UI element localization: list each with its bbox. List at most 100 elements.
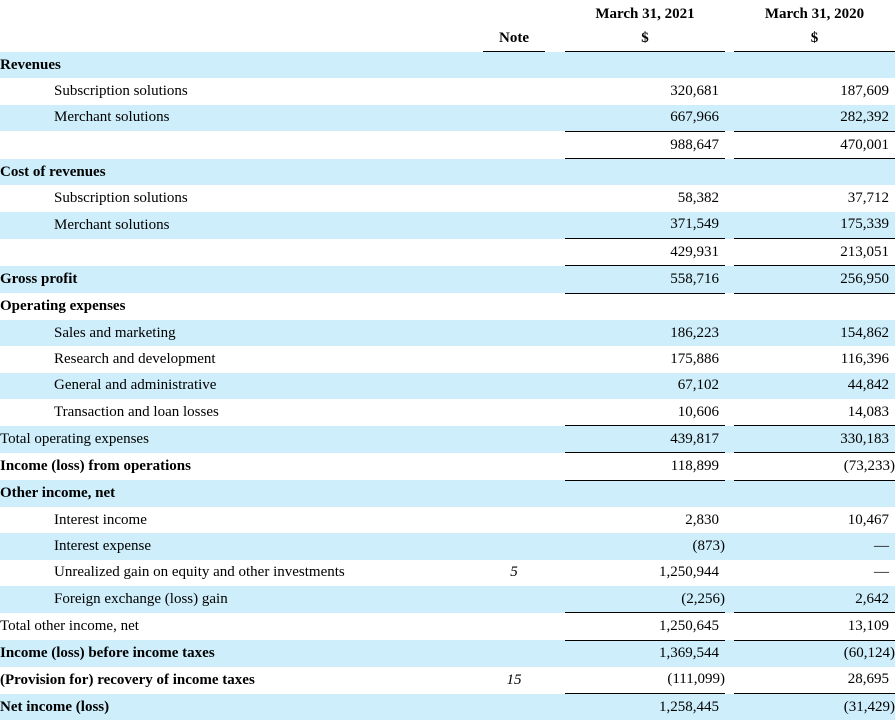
column-gap xyxy=(725,480,734,508)
value-2021: 58,382 xyxy=(565,185,725,211)
table-row: Income (loss) from operations 118,899 (73,… xyxy=(0,452,895,481)
table-row: Transaction and loan losses 10,606 14,083 xyxy=(0,398,895,427)
value-2020: 213,051 xyxy=(734,238,895,267)
value-2021: 175,886 xyxy=(565,346,725,372)
column-gap xyxy=(725,78,734,104)
column-gap xyxy=(545,560,565,586)
column-gap xyxy=(545,425,565,453)
table-row: Merchant solutions 371,549 175,339 xyxy=(0,211,895,240)
value-2021-value: 429,931 xyxy=(670,243,719,260)
value-2021 xyxy=(565,52,725,79)
line-item-label: Sales and marketing xyxy=(0,319,483,347)
currency-header-2021: $ xyxy=(641,30,649,46)
value-2020-value: 175,339 xyxy=(840,216,889,233)
note-reference: 15 xyxy=(506,671,522,688)
table-row: Gross profit 558,716 256,950 xyxy=(0,265,895,294)
value-2020-value: 213,051 xyxy=(840,243,889,260)
value-2021 xyxy=(565,158,725,186)
value-2021: 67,102 xyxy=(565,372,725,399)
value-2021 xyxy=(565,293,725,320)
value-2020 xyxy=(734,293,895,320)
line-item-label: Income (loss) from operations xyxy=(0,458,191,475)
value-2020-value: 154,862 xyxy=(840,324,889,341)
table-row: Revenues xyxy=(0,52,895,79)
value-2021-value: (873) xyxy=(692,537,726,554)
table-row: Unrealized gain on equity and other inve… xyxy=(0,560,895,586)
column-gap xyxy=(725,131,734,158)
note-reference xyxy=(483,693,545,720)
note-reference xyxy=(483,585,545,613)
line-item-label: Transaction and loan losses xyxy=(54,403,219,420)
value-2020-value: 470,001 xyxy=(840,136,889,153)
value-2021-value: 175,886 xyxy=(670,350,719,367)
note-reference xyxy=(483,293,545,320)
value-2020: 14,083 xyxy=(734,398,895,427)
column-gap xyxy=(545,480,565,508)
statement-table: Revenues Subscription solutions 320,681 187… xyxy=(0,52,895,720)
value-2021: 1,369,544 xyxy=(565,640,725,667)
value-2021: 429,931 xyxy=(565,238,725,267)
value-2021: 667,966 xyxy=(565,104,725,132)
value-2021: 2,830 xyxy=(565,507,725,533)
value-2021: 10,606 xyxy=(565,398,725,427)
column-gap xyxy=(545,585,565,613)
column-gap xyxy=(725,104,734,132)
column-gap xyxy=(545,346,565,372)
value-2021-value: (111,099) xyxy=(667,671,725,688)
column-gap xyxy=(725,319,734,347)
table-row: Interest expense (873) — xyxy=(0,533,895,560)
value-2021: 1,258,445 xyxy=(565,693,725,720)
value-2021-value: 118,899 xyxy=(670,458,719,475)
value-2020-value: — xyxy=(874,537,889,554)
table-row: Cost of revenues xyxy=(0,158,895,186)
line-item-label: Other income, net xyxy=(0,480,483,508)
column-gap xyxy=(545,667,565,694)
column-gap xyxy=(545,372,565,399)
value-2020-value: 10,467 xyxy=(847,511,889,528)
column-gap xyxy=(725,185,734,211)
value-2020-value: 37,712 xyxy=(847,190,889,207)
table-row: Interest income 2,830 10,467 xyxy=(0,507,895,533)
column-gap xyxy=(545,211,565,239)
value-2020: 28,695 xyxy=(734,666,895,695)
line-item-label: Subscription solutions xyxy=(54,82,188,99)
value-2020-value: 282,392 xyxy=(840,109,889,126)
value-2020: 175,339 xyxy=(734,211,895,240)
table-row: Research and development 175,886 116,396 xyxy=(0,346,895,372)
table-row: General and administrative 67,102 44,842 xyxy=(0,372,895,399)
table-row: Subscription solutions 320,681 187,609 xyxy=(0,78,895,104)
column-gap xyxy=(545,693,565,720)
value-2021-value: 320,681 xyxy=(670,82,719,99)
note-reference xyxy=(483,640,545,667)
column-gap xyxy=(545,453,565,480)
table-row: Income (loss) before income taxes 1,369,5… xyxy=(0,640,895,667)
column-gap xyxy=(545,78,565,104)
table-row: Operating expenses xyxy=(0,293,895,320)
value-2020-value: (73,233) xyxy=(843,458,895,475)
line-item-label: General and administrative xyxy=(0,372,483,399)
value-2020: 256,950 xyxy=(734,265,895,294)
column-gap xyxy=(725,585,734,613)
line-item-label: Cost of revenues xyxy=(0,158,483,186)
value-2020-value: 28,695 xyxy=(847,671,889,688)
table-row: Other income, net xyxy=(0,480,895,508)
value-2020: 116,396 xyxy=(734,346,895,372)
value-2020 xyxy=(734,52,895,79)
value-2021: 371,549 xyxy=(565,211,725,240)
column-gap xyxy=(545,507,565,533)
line-item-label: Subscription solutions xyxy=(54,190,188,207)
value-2020-value: 14,083 xyxy=(847,403,889,420)
note-reference xyxy=(483,399,545,426)
value-2021-value: 371,549 xyxy=(670,216,719,233)
value-2020: 13,109 xyxy=(734,612,895,641)
table-row: 988,647 470,001 xyxy=(0,131,895,160)
value-2020 xyxy=(734,158,895,186)
note-reference xyxy=(483,425,545,453)
column-gap xyxy=(725,265,734,294)
column-gap xyxy=(545,399,565,426)
value-2020: — xyxy=(734,560,895,586)
column-gap xyxy=(545,319,565,347)
value-2020-value: 13,109 xyxy=(847,617,889,634)
column-gap xyxy=(725,399,734,426)
table-header: Note March 31, 2021 March 31, 2020 $ $ xyxy=(0,0,895,52)
